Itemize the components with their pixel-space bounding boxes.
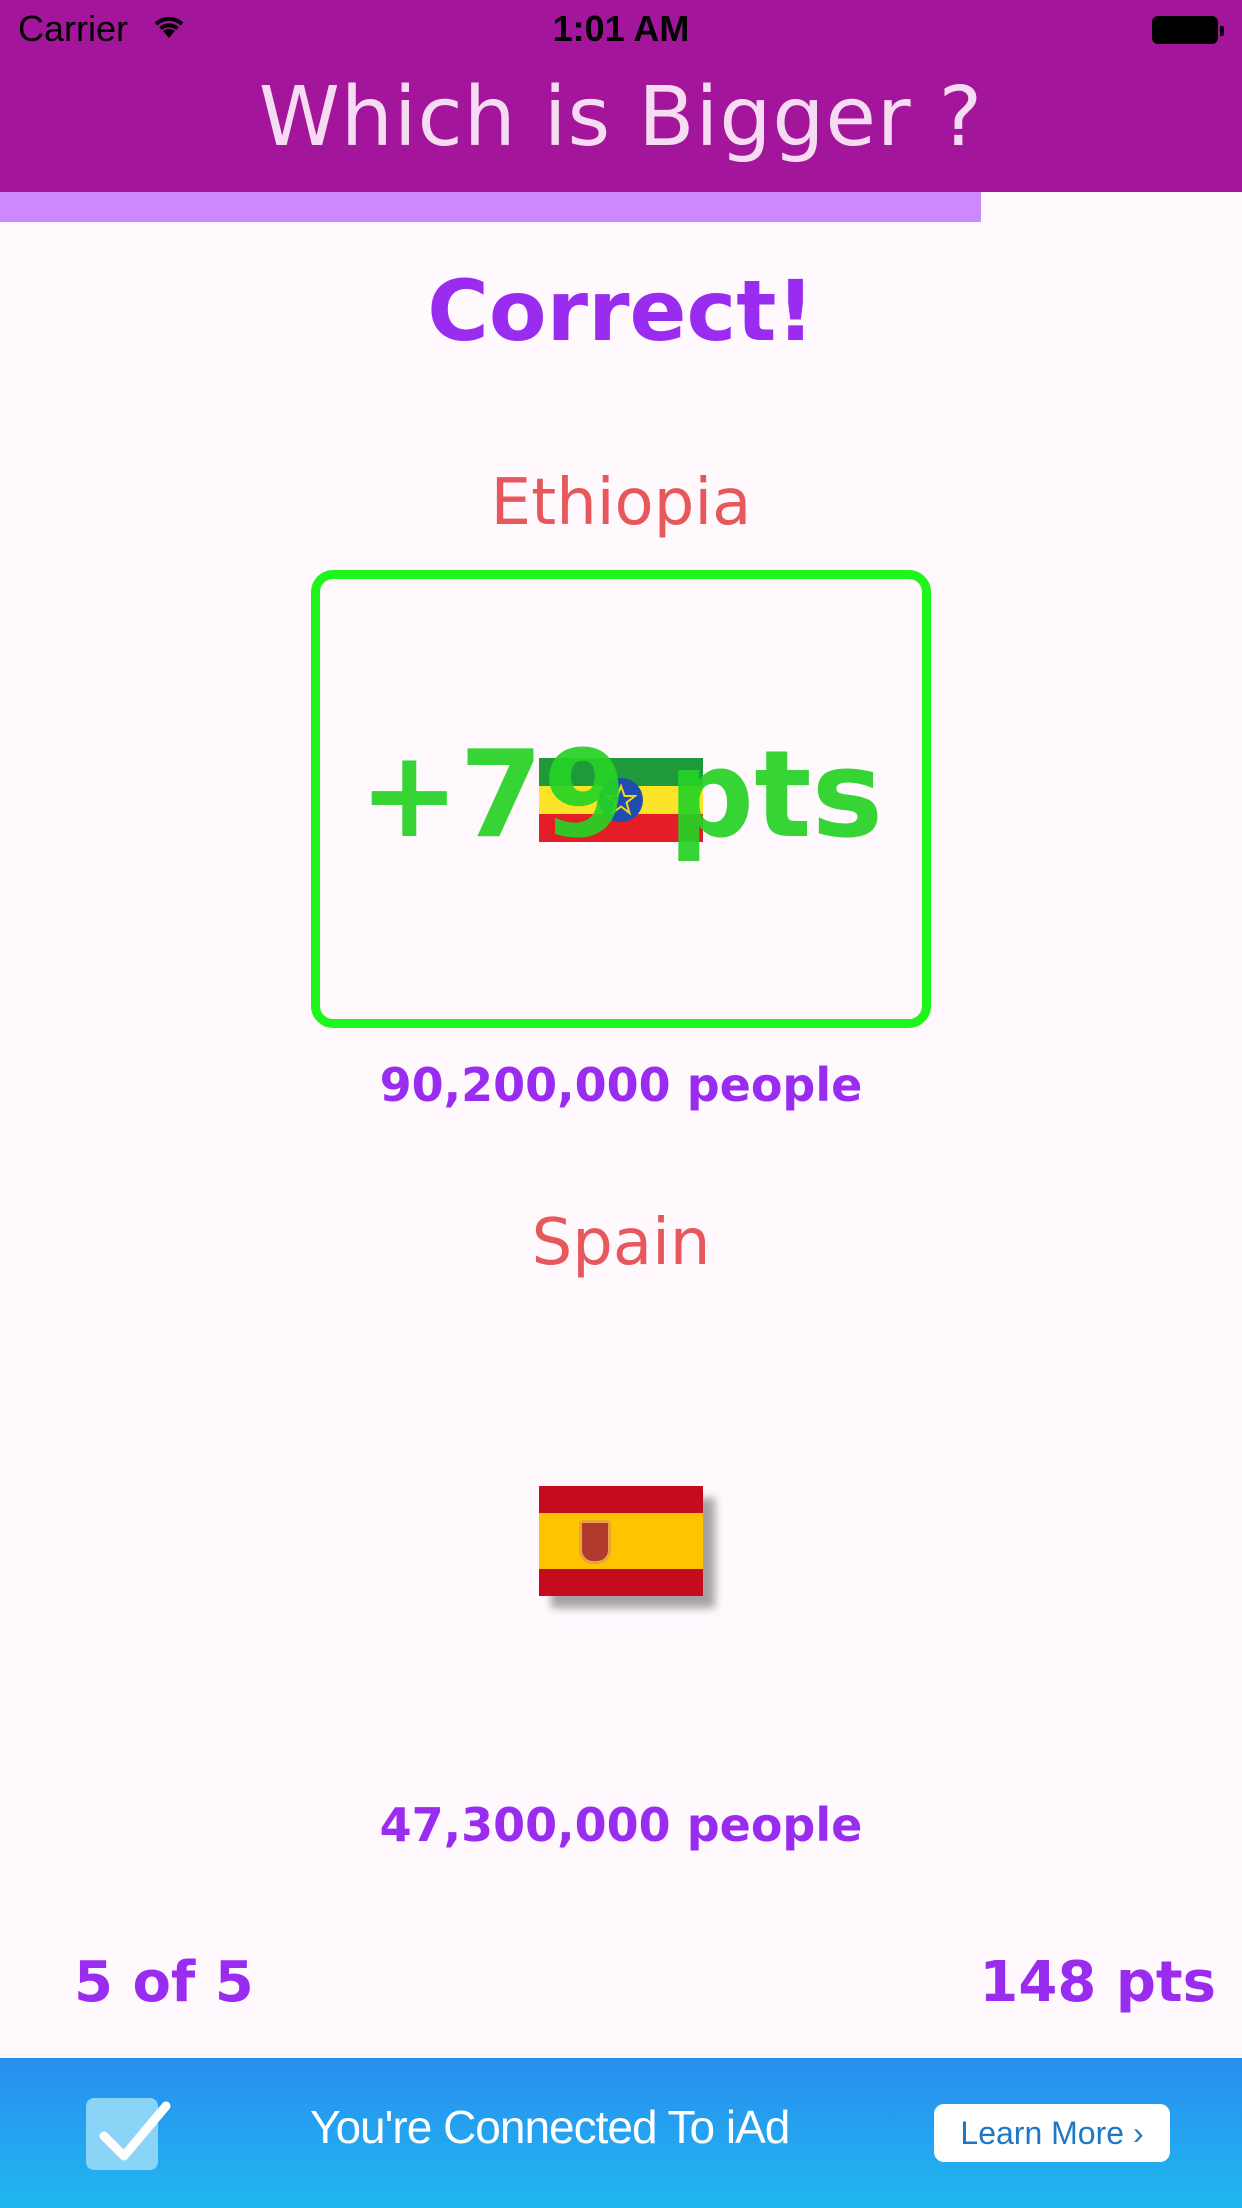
- result-message: Correct!: [427, 262, 815, 360]
- points-earned-popup: +79 pts: [358, 726, 883, 865]
- ad-banner[interactable]: You're Connected To iAd Learn More ›: [0, 2058, 1242, 2208]
- ad-text: You're Connected To iAd: [310, 2101, 790, 2153]
- battery-icon: [1152, 16, 1224, 44]
- population-top: 90,200,000 people: [379, 1058, 863, 1112]
- checkmark-icon: [86, 2098, 171, 2170]
- country-name-bottom: Spain: [531, 1206, 711, 1280]
- coat-of-arms-icon: [579, 1520, 611, 1564]
- question-counter: 5 of 5: [74, 1950, 254, 2015]
- app-header: Carrier 1:01 AM Which is Bigger ?: [0, 0, 1242, 192]
- app-title: Which is Bigger ?: [258, 70, 984, 165]
- learn-more-button[interactable]: Learn More ›: [934, 2104, 1170, 2162]
- total-score: 148 pts: [979, 1950, 1216, 2015]
- progress-fill: [0, 192, 982, 222]
- country-name-top: Ethiopia: [490, 466, 752, 540]
- progress-bar: [0, 192, 1242, 222]
- status-time: 1:01 AM: [552, 8, 690, 49]
- status-bar: Carrier 1:01 AM: [0, 0, 1242, 60]
- spain-flag[interactable]: [539, 1486, 703, 1596]
- population-bottom: 47,300,000 people: [379, 1798, 863, 1852]
